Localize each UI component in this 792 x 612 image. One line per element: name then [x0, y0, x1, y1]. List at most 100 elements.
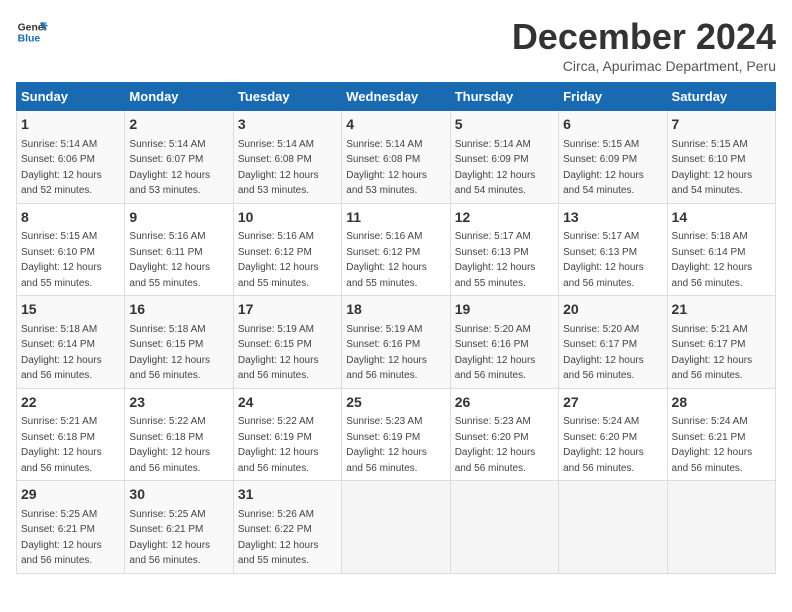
calendar-cell: 7 Sunrise: 5:15 AMSunset: 6:10 PMDaylight… [667, 111, 775, 204]
calendar-table: SundayMondayTuesdayWednesdayThursdayFrid… [16, 82, 776, 574]
day-info: Sunrise: 5:24 AMSunset: 6:20 PMDaylight:… [563, 416, 644, 474]
calendar-cell: 15Sunrise: 5:18 AMSunset: 6:14 PMDayligh… [17, 296, 125, 389]
calendar-cell: 24 Sunrise: 5:22 AMSunset: 6:19 PMDayligh… [233, 388, 341, 481]
day-number: 25 [346, 393, 445, 413]
calendar-cell: 1 Sunrise: 5:14 AMSunset: 6:06 PMDaylight… [17, 111, 125, 204]
day-number: 24 [238, 393, 337, 413]
day-number: 10 [238, 208, 337, 228]
calendar-cell: 2Sunrise: 5:14 AMSunset: 6:07 PMDaylight… [125, 111, 233, 204]
day-number: 22 [21, 393, 120, 413]
calendar-week-5: 29 Sunrise: 5:25 AMSunset: 6:21 PMDayligh… [17, 481, 776, 574]
day-number: 15 [21, 300, 120, 320]
day-info: Sunrise: 5:20 AMSunset: 6:17 PMDaylight:… [563, 324, 644, 382]
calendar-cell: 6 Sunrise: 5:15 AMSunset: 6:09 PMDaylight… [559, 111, 667, 204]
header-day-thursday: Thursday [450, 83, 558, 111]
day-info: Sunrise: 5:16 AMSunset: 6:12 PMDaylight:… [238, 231, 319, 289]
day-number: 4 [346, 115, 445, 135]
day-info: Sunrise: 5:14 AMSunset: 6:06 PMDaylight:… [21, 139, 102, 197]
calendar-cell: 21 Sunrise: 5:21 AMSunset: 6:17 PMDayligh… [667, 296, 775, 389]
day-number: 28 [672, 393, 771, 413]
header-day-sunday: Sunday [17, 83, 125, 111]
day-number: 3 [238, 115, 337, 135]
title-area: December 2024 Circa, Apurimac Department… [512, 16, 776, 74]
day-number: 16 [129, 300, 228, 320]
day-info: Sunrise: 5:14 AMSunset: 6:08 PMDaylight:… [238, 139, 319, 197]
calendar-cell: 31 Sunrise: 5:26 AMSunset: 6:22 PMDayligh… [233, 481, 341, 574]
day-info: Sunrise: 5:15 AMSunset: 6:10 PMDaylight:… [21, 231, 102, 289]
day-number: 9 [129, 208, 228, 228]
calendar-cell: 30 Sunrise: 5:25 AMSunset: 6:21 PMDayligh… [125, 481, 233, 574]
calendar-cell: 17 Sunrise: 5:19 AMSunset: 6:15 PMDayligh… [233, 296, 341, 389]
month-title: December 2024 [512, 16, 776, 58]
day-info: Sunrise: 5:17 AMSunset: 6:13 PMDaylight:… [455, 231, 536, 289]
calendar-cell: 28 Sunrise: 5:24 AMSunset: 6:21 PMDayligh… [667, 388, 775, 481]
calendar-cell: 9Sunrise: 5:16 AMSunset: 6:11 PMDaylight… [125, 203, 233, 296]
calendar-cell: 20 Sunrise: 5:20 AMSunset: 6:17 PMDayligh… [559, 296, 667, 389]
day-info: Sunrise: 5:20 AMSunset: 6:16 PMDaylight:… [455, 324, 536, 382]
day-info: Sunrise: 5:14 AMSunset: 6:08 PMDaylight:… [346, 139, 427, 197]
day-number: 13 [563, 208, 662, 228]
day-info: Sunrise: 5:23 AMSunset: 6:20 PMDaylight:… [455, 416, 536, 474]
day-number: 26 [455, 393, 554, 413]
day-number: 19 [455, 300, 554, 320]
day-info: Sunrise: 5:15 AMSunset: 6:10 PMDaylight:… [672, 139, 753, 197]
day-number: 18 [346, 300, 445, 320]
logo: General Blue [16, 16, 48, 48]
day-info: Sunrise: 5:24 AMSunset: 6:21 PMDaylight:… [672, 416, 753, 474]
header-day-tuesday: Tuesday [233, 83, 341, 111]
calendar-cell: 8 Sunrise: 5:15 AMSunset: 6:10 PMDaylight… [17, 203, 125, 296]
calendar-cell: 26 Sunrise: 5:23 AMSunset: 6:20 PMDayligh… [450, 388, 558, 481]
calendar-cell: 16 Sunrise: 5:18 AMSunset: 6:15 PMDayligh… [125, 296, 233, 389]
day-number: 11 [346, 208, 445, 228]
day-number: 5 [455, 115, 554, 135]
day-info: Sunrise: 5:16 AMSunset: 6:12 PMDaylight:… [346, 231, 427, 289]
day-info: Sunrise: 5:23 AMSunset: 6:19 PMDaylight:… [346, 416, 427, 474]
calendar-cell: 18 Sunrise: 5:19 AMSunset: 6:16 PMDayligh… [342, 296, 450, 389]
logo-icon: General Blue [16, 16, 48, 48]
header-day-saturday: Saturday [667, 83, 775, 111]
day-number: 17 [238, 300, 337, 320]
calendar-cell: 12 Sunrise: 5:17 AMSunset: 6:13 PMDayligh… [450, 203, 558, 296]
calendar-cell [342, 481, 450, 574]
day-info: Sunrise: 5:21 AMSunset: 6:17 PMDaylight:… [672, 324, 753, 382]
calendar-header-row: SundayMondayTuesdayWednesdayThursdayFrid… [17, 83, 776, 111]
calendar-cell [450, 481, 558, 574]
day-info: Sunrise: 5:25 AMSunset: 6:21 PMDaylight:… [129, 509, 210, 567]
calendar-week-2: 8 Sunrise: 5:15 AMSunset: 6:10 PMDaylight… [17, 203, 776, 296]
page-header: General Blue December 2024 Circa, Apurim… [16, 16, 776, 74]
header-day-friday: Friday [559, 83, 667, 111]
calendar-cell: 23Sunrise: 5:22 AMSunset: 6:18 PMDayligh… [125, 388, 233, 481]
day-info: Sunrise: 5:22 AMSunset: 6:18 PMDaylight:… [129, 416, 210, 474]
calendar-cell [667, 481, 775, 574]
day-info: Sunrise: 5:19 AMSunset: 6:15 PMDaylight:… [238, 324, 319, 382]
calendar-week-1: 1 Sunrise: 5:14 AMSunset: 6:06 PMDaylight… [17, 111, 776, 204]
day-number: 2 [129, 115, 228, 135]
day-number: 20 [563, 300, 662, 320]
day-number: 8 [21, 208, 120, 228]
day-info: Sunrise: 5:22 AMSunset: 6:19 PMDaylight:… [238, 416, 319, 474]
calendar-cell: 27Sunrise: 5:24 AMSunset: 6:20 PMDayligh… [559, 388, 667, 481]
day-number: 31 [238, 485, 337, 505]
day-number: 21 [672, 300, 771, 320]
day-info: Sunrise: 5:25 AMSunset: 6:21 PMDaylight:… [21, 509, 102, 567]
calendar-week-4: 22Sunrise: 5:21 AMSunset: 6:18 PMDayligh… [17, 388, 776, 481]
day-info: Sunrise: 5:19 AMSunset: 6:16 PMDaylight:… [346, 324, 427, 382]
header-day-monday: Monday [125, 83, 233, 111]
day-number: 30 [129, 485, 228, 505]
day-number: 6 [563, 115, 662, 135]
day-number: 1 [21, 115, 120, 135]
day-number: 7 [672, 115, 771, 135]
calendar-cell: 3 Sunrise: 5:14 AMSunset: 6:08 PMDaylight… [233, 111, 341, 204]
calendar-cell: 5Sunrise: 5:14 AMSunset: 6:09 PMDaylight… [450, 111, 558, 204]
svg-text:Blue: Blue [18, 34, 41, 45]
calendar-cell: 4 Sunrise: 5:14 AMSunset: 6:08 PMDaylight… [342, 111, 450, 204]
calendar-cell: 25 Sunrise: 5:23 AMSunset: 6:19 PMDayligh… [342, 388, 450, 481]
day-number: 12 [455, 208, 554, 228]
day-number: 29 [21, 485, 120, 505]
day-info: Sunrise: 5:15 AMSunset: 6:09 PMDaylight:… [563, 139, 644, 197]
calendar-cell: 14Sunrise: 5:18 AMSunset: 6:14 PMDayligh… [667, 203, 775, 296]
calendar-cell: 19 Sunrise: 5:20 AMSunset: 6:16 PMDayligh… [450, 296, 558, 389]
day-info: Sunrise: 5:26 AMSunset: 6:22 PMDaylight:… [238, 509, 319, 567]
day-info: Sunrise: 5:17 AMSunset: 6:13 PMDaylight:… [563, 231, 644, 289]
day-info: Sunrise: 5:18 AMSunset: 6:15 PMDaylight:… [129, 324, 210, 382]
